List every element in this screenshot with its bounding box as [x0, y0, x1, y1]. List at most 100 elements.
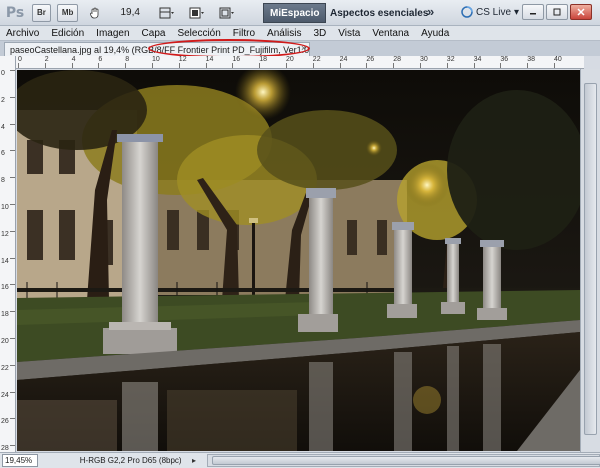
ruler-top-tick	[125, 63, 127, 68]
ruler-top-label: 10	[152, 56, 160, 63]
ruler-left-label: 4	[1, 123, 5, 131]
hand-tool-icon[interactable]	[82, 4, 108, 22]
ruler-top-label: 40	[554, 56, 562, 63]
ruler-top-tick	[44, 63, 46, 68]
ruler-top-label: 30	[420, 56, 428, 63]
ruler-top-tick	[554, 63, 555, 68]
menu-archivo[interactable]: Archivo	[0, 28, 45, 39]
ruler-top-label: 38	[527, 56, 535, 63]
menu-ayuda[interactable]: Ayuda	[415, 28, 455, 39]
ruler-top-tick	[420, 63, 421, 68]
ruler-top-tick	[71, 63, 73, 68]
ruler-left-tick	[10, 230, 15, 232]
ruler-top-label: 8	[125, 56, 130, 63]
ruler-left-label: 10	[1, 204, 9, 211]
ruler-top-tick	[152, 63, 153, 68]
ruler-top-label: 32	[446, 56, 455, 63]
workspace-miespacio-button[interactable]: MiEspacio	[263, 3, 327, 23]
menu-filtro[interactable]: Filtro	[227, 28, 261, 39]
menu-seleccion[interactable]: Selección	[171, 28, 226, 39]
tab-close-icon[interactable]: ×	[301, 43, 306, 53]
ruler-left-label: 26	[1, 418, 9, 426]
cs-live-label: CS Live	[476, 6, 512, 18]
document-tab-bar: paseoCastellana.jpg al 19,4% (RGB/8/FF F…	[0, 41, 600, 56]
ruler-top-label: 2	[44, 56, 49, 63]
zoom-level-field[interactable]: 19,45%	[2, 454, 38, 467]
zoom-readout[interactable]: 19,4	[120, 7, 150, 18]
ruler-top-tick	[232, 63, 234, 68]
document-tab[interactable]: paseoCastellana.jpg al 19,4% (RGB/8/FF F…	[4, 42, 310, 56]
ruler-top-label: 6	[98, 56, 103, 63]
view-extras-icon[interactable]	[154, 4, 180, 22]
ruler-left-label: 24	[1, 391, 9, 399]
ruler-left-tick	[10, 391, 15, 393]
ruler-left-tick	[10, 338, 15, 339]
ruler-left-tick	[10, 257, 15, 259]
ruler-top-tick	[18, 63, 19, 68]
menu-vista[interactable]: Vista	[332, 28, 366, 39]
menu-3d[interactable]: 3D	[308, 28, 333, 39]
menu-bar: Archivo Edición Imagen Capa Selección Fi…	[0, 26, 600, 41]
ruler-left-label: 18	[1, 311, 9, 319]
restore-icon[interactable]	[546, 4, 568, 20]
cs-live-button[interactable]: CS Live ▾	[461, 6, 519, 18]
ruler-top-label: 34	[473, 56, 482, 63]
horizontal-scroll-thumb[interactable]	[212, 456, 600, 465]
ruler-top-tick	[446, 63, 448, 68]
arrange-documents-icon[interactable]	[184, 4, 210, 22]
screen-mode-icon[interactable]	[214, 4, 240, 22]
ruler-left-tick	[10, 204, 15, 205]
document-profile[interactable]: H-RGB G2,2 Pro D65 (8bpc)	[80, 456, 192, 465]
ruler-top-tick	[178, 63, 180, 68]
ruler-left-label: 0	[1, 70, 5, 77]
cs-live-caret: ▾	[514, 6, 520, 18]
more-workspaces-button[interactable]: »	[427, 4, 434, 19]
ruler-top-label: 28	[393, 56, 401, 63]
horizontal-scrollbar[interactable]	[207, 454, 600, 467]
ruler-top-label: 18	[259, 56, 267, 63]
ruler-top-tick	[205, 63, 207, 68]
status-menu-arrow-icon[interactable]: ▸	[192, 456, 203, 465]
ruler-left-label: 8	[1, 177, 5, 185]
menu-analisis[interactable]: Análisis	[261, 28, 307, 39]
ruler-left-tick	[10, 96, 15, 98]
bridge-button[interactable]: Br	[32, 3, 51, 22]
horizontal-ruler[interactable]: 0 2 4 6 8 10 12 14 16 18 20 22 24 26 28 30 32 34 36 38 40	[16, 56, 584, 69]
ruler-left-tick	[10, 150, 15, 152]
menu-ventana[interactable]: Ventana	[366, 28, 415, 39]
cs-live-icon	[461, 6, 473, 18]
vertical-scroll-thumb[interactable]	[584, 83, 597, 435]
ruler-top-tick	[527, 63, 529, 68]
photoshop-logo: Ps	[5, 4, 25, 21]
ruler-top-tick	[473, 63, 475, 68]
window-controls	[522, 4, 592, 20]
ruler-top-tick	[259, 63, 261, 68]
ruler-top-label: 4	[71, 56, 76, 63]
status-bar: 19,45% H-RGB G2,2 Pro D65 (8bpc) ▸	[0, 452, 600, 468]
ruler-left-tick	[10, 311, 15, 313]
menu-capa[interactable]: Capa	[136, 28, 172, 39]
ruler-top-tick	[286, 63, 287, 68]
ruler-top-tick	[366, 63, 368, 68]
ruler-top-tick	[98, 63, 100, 68]
night-park-photo	[17, 70, 580, 451]
ruler-top-label: 26	[366, 56, 375, 63]
minibridge-button[interactable]: Mb	[56, 3, 79, 22]
ruler-left-label: 22	[1, 364, 9, 372]
close-icon[interactable]	[570, 4, 592, 20]
minimize-icon[interactable]	[522, 4, 544, 20]
workspace-essentials-button[interactable]: Aspectos esenciales	[330, 4, 428, 22]
ruler-top-label: 14	[205, 56, 214, 63]
vertical-scrollbar[interactable]	[580, 69, 600, 452]
ruler-top-label: 36	[500, 56, 509, 63]
ruler-left-tick	[10, 364, 15, 366]
vertical-ruler[interactable]: 0 2 4 6 8 10 12 14 16 18 20 22 24 26 28	[0, 56, 16, 452]
ruler-left-label: 12	[1, 230, 9, 238]
menu-imagen[interactable]: Imagen	[90, 28, 135, 39]
document-canvas[interactable]	[17, 70, 580, 451]
ruler-top-label: 0	[18, 56, 22, 63]
ruler-top-label: 20	[286, 56, 294, 63]
ruler-left-label: 16	[1, 284, 9, 292]
ruler-left-tick	[10, 418, 15, 420]
menu-edicion[interactable]: Edición	[45, 28, 90, 39]
